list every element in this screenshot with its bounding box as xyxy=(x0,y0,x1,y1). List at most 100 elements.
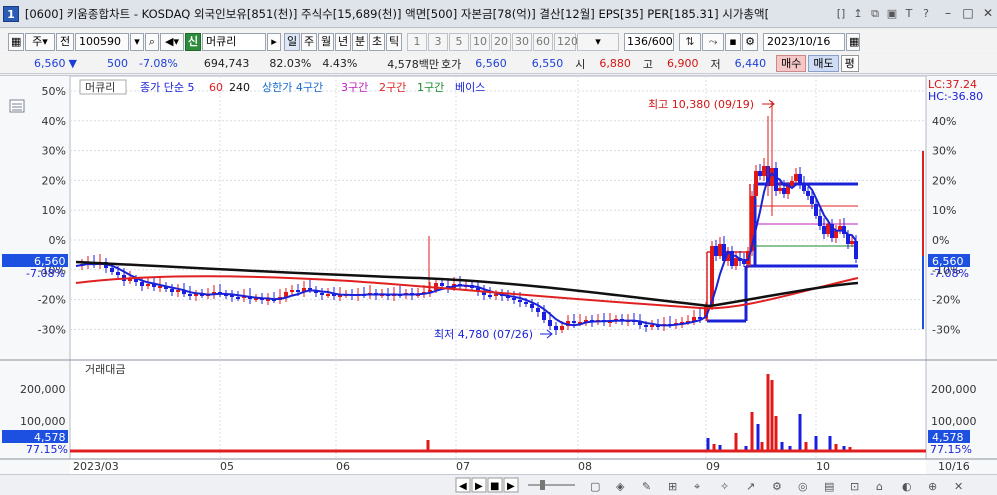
save-icon[interactable]: ▪ xyxy=(725,32,741,51)
period-day[interactable]: 일 xyxy=(284,32,300,51)
legend-ma60: 60 xyxy=(209,81,223,94)
font-icon[interactable]: T xyxy=(902,6,916,22)
volume: 694,743 xyxy=(203,57,250,70)
interval-5[interactable]: 5 xyxy=(449,32,469,51)
period-tick[interactable]: 틱 xyxy=(386,32,402,51)
drawing-tool-icon[interactable]: ✕ xyxy=(954,480,963,493)
candle-body xyxy=(794,174,798,181)
price-chart[interactable]: 50%40%30%20%10%0%-10%-20%-30% 40%30%20%1… xyxy=(0,75,997,476)
calendar-icon[interactable]: ▦ xyxy=(846,32,860,51)
drawing-tool-icon[interactable]: ◐ xyxy=(902,480,912,493)
tile-icon[interactable]: ⧉ xyxy=(868,6,882,22)
candle-body xyxy=(822,226,826,234)
volume-bar xyxy=(770,380,774,450)
left-tick-label: 10% xyxy=(42,204,66,217)
period-year[interactable]: 년 xyxy=(335,32,351,51)
drawing-tool-icon[interactable]: ✧ xyxy=(720,480,729,493)
open-label: 시 xyxy=(575,57,586,71)
settings-icon[interactable]: ⚙ xyxy=(742,32,758,51)
interval-20[interactable]: 20 xyxy=(491,32,511,51)
app-icon: 1 xyxy=(3,5,19,22)
stock-name[interactable]: 머큐리 xyxy=(202,32,266,51)
right-price-pct: -7.08% xyxy=(930,267,969,280)
legend-sec4: 상한가 4구간 xyxy=(262,81,323,94)
drawing-tool-icon[interactable]: ◈ xyxy=(616,480,625,493)
candle-body xyxy=(146,284,150,286)
interval-60[interactable]: 60 xyxy=(533,32,553,51)
link-icon[interactable]: [] xyxy=(834,6,848,22)
candle-body xyxy=(850,241,854,244)
sound-icon[interactable]: ◀▾ xyxy=(160,32,184,51)
interval-10[interactable]: 10 xyxy=(470,32,490,51)
vol-tick-200k-right: 200,000 xyxy=(931,383,977,396)
period-month[interactable]: 월 xyxy=(318,32,334,51)
x-label-05: 05 xyxy=(220,460,234,473)
candle-body xyxy=(834,231,838,238)
period-second[interactable]: 초 xyxy=(369,32,385,51)
candle-body xyxy=(296,290,300,292)
legend-ma240: 240 xyxy=(229,81,250,94)
bid-price: 6,550 xyxy=(531,57,564,70)
search-icon[interactable]: ⌕ xyxy=(145,32,159,51)
chart-scrollbar[interactable]: ◀ ▶ ■ ▶ ▢ ◈ ✎ ⊞ ⌖ ✧ ↗ ⚙ ◎ ▤ ⊡ ⌂ ◐ ⊕ ✕ xyxy=(0,474,997,495)
interval-dropdown[interactable]: ▾ xyxy=(577,32,619,51)
drawing-tool-icon[interactable]: ⊕ xyxy=(928,480,937,493)
volume-bar xyxy=(842,446,846,450)
buy-button[interactable]: 매수 xyxy=(776,55,807,72)
volume-ratio: 82.03% xyxy=(269,57,312,70)
name-arrow-icon[interactable]: ▸ xyxy=(267,32,281,51)
market-select[interactable]: 주▾ xyxy=(25,32,55,51)
zoom-slider-thumb[interactable] xyxy=(540,480,545,490)
candle-body xyxy=(320,293,324,295)
down-arrow-icon: ▼ xyxy=(68,57,77,70)
interval-120[interactable]: 120 xyxy=(554,32,578,51)
period-week[interactable]: 주 xyxy=(301,32,317,51)
turnover: 4.43% xyxy=(322,57,358,70)
drawing-tool-icon[interactable]: ⊞ xyxy=(668,480,677,493)
drawing-tool-icon[interactable]: ⌂ xyxy=(876,480,883,493)
help-icon[interactable]: ? xyxy=(919,6,933,22)
drawing-tool-icon[interactable]: ⌖ xyxy=(694,480,700,493)
stock-code-input[interactable]: 100590 xyxy=(75,32,129,51)
date-input[interactable]: 2023/10/16 xyxy=(763,32,845,51)
prev-button[interactable]: 전 xyxy=(56,32,74,51)
quote-info-row: 6,560 ▼ 500 -7.08% 694,743 82.03% 4.43% … xyxy=(0,54,997,74)
change-percent: -7.08% xyxy=(138,57,178,70)
candle-body xyxy=(524,302,528,304)
drawing-tool-icon[interactable]: ✎ xyxy=(642,480,651,493)
minimize-button[interactable]: – xyxy=(939,6,957,22)
low-price: 6,440 xyxy=(734,57,767,70)
indicator-icon[interactable]: ⇅ xyxy=(679,32,701,51)
code-dropdown-icon[interactable]: ▾ xyxy=(130,32,144,51)
period-minute[interactable]: 분 xyxy=(352,32,368,51)
interval-3[interactable]: 3 xyxy=(428,32,448,51)
window-icon[interactable]: ▣ xyxy=(885,6,899,22)
maximize-button[interactable]: □ xyxy=(959,6,977,22)
candle-body xyxy=(854,241,858,259)
eval-button[interactable]: 평 xyxy=(840,55,859,72)
interval-1[interactable]: 1 xyxy=(407,32,427,51)
bar-count[interactable]: 136/600 xyxy=(624,32,674,51)
candle-body xyxy=(762,166,766,176)
interval-30[interactable]: 30 xyxy=(512,32,532,51)
drawing-tool-icon[interactable]: ▢ xyxy=(590,480,600,493)
drawing-tool-icon[interactable]: ▤ xyxy=(824,480,834,493)
drawing-tool-icon[interactable]: ↗ xyxy=(746,480,755,493)
vol-tick-200k: 200,000 xyxy=(20,383,66,396)
drawing-tool-icon[interactable]: ⚙ xyxy=(772,480,782,493)
sell-button[interactable]: 매도 xyxy=(808,55,839,72)
x-label-last: 10/16 xyxy=(938,460,970,473)
drawing-tool-icon[interactable]: ⊡ xyxy=(850,480,859,493)
chart-area[interactable]: 50% 40% 30% 20% 10% 0% -10% -20% -30% 40% 30% 20% 1… xyxy=(0,75,997,476)
ask-price: 6,560 xyxy=(475,57,507,70)
drawing-tool-icon[interactable]: ◎ xyxy=(798,480,808,493)
grid-menu-icon[interactable]: ▦ xyxy=(8,32,24,51)
close-button[interactable]: ✕ xyxy=(979,6,997,22)
trend-icon[interactable]: ⤳ xyxy=(702,32,724,51)
right-tick-label: 30% xyxy=(932,145,956,158)
candle-body xyxy=(560,326,564,330)
pin-icon[interactable]: ↥ xyxy=(851,6,865,22)
scroll-right-icon: ▶ xyxy=(507,481,515,492)
candle-body xyxy=(826,224,830,234)
legend-sec2: 2구간 xyxy=(379,81,406,94)
